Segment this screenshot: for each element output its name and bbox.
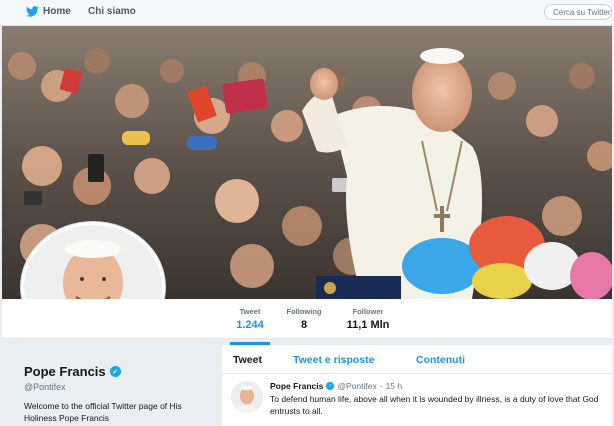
stat-following[interactable]: Following 8 xyxy=(282,307,326,331)
verified-badge-icon: ✓ xyxy=(109,366,121,377)
pope-avatar-icon xyxy=(231,381,263,413)
profile-handle: @Pontifex xyxy=(24,382,66,392)
stat-tweets-label: Tweet xyxy=(239,307,261,316)
tweet-separator: · xyxy=(379,381,383,391)
verified-badge-icon: ✓ xyxy=(326,382,335,390)
tweet-timestamp[interactable]: 15 h xyxy=(386,381,403,391)
profile-bio: Welcome to the official Twitter page of … xyxy=(24,401,182,423)
tab-tweets-and-replies[interactable]: Tweet e risposte xyxy=(293,354,375,366)
twitter-bird-icon xyxy=(26,6,39,17)
profile-stats-bar: Tweet 1.244 Following 8 Follower 11,1 Ml… xyxy=(2,299,612,345)
nav-home[interactable]: Home xyxy=(26,6,71,17)
stat-following-label: Following xyxy=(286,307,322,316)
tweet-header: Pope Francis ✓ @Pontifex · 15 h xyxy=(270,381,402,391)
profile-name[interactable]: Pope Francis ✓ xyxy=(24,364,121,379)
stat-followers-label: Follower xyxy=(352,307,384,316)
nav-about[interactable]: Chi siamo xyxy=(88,6,136,17)
tweet-item[interactable]: Pope Francis ✓ @Pontifex · 15 h To defen… xyxy=(222,375,612,426)
stat-tweets-value: 1.244 xyxy=(236,319,264,331)
tab-media[interactable]: Contenuti xyxy=(416,354,465,366)
tab-tweet[interactable]: Tweet xyxy=(233,354,262,366)
timeline: Tweet Tweet e risposte Contenuti Pope Fr… xyxy=(222,345,612,426)
top-navigation-bar: Home Chi siamo Cerca su Twitter xyxy=(0,0,614,26)
tweet-avatar[interactable] xyxy=(231,381,263,413)
tweet-author-handle[interactable]: @Pontifex xyxy=(337,381,376,391)
profile-info-panel: Pope Francis ✓ @Pontifex Welcome to the … xyxy=(2,339,220,426)
tweet-text: To defend human life, above all when it … xyxy=(270,394,599,416)
stat-followers[interactable]: Follower 11,1 Mln xyxy=(340,307,396,331)
stat-tweets[interactable]: Tweet 1.244 xyxy=(230,307,270,345)
tweet-author-name[interactable]: Pope Francis xyxy=(270,381,323,391)
nav-home-label: Home xyxy=(43,6,71,17)
profile-name-text: Pope Francis xyxy=(24,364,106,379)
search-input[interactable]: Cerca su Twitter xyxy=(544,4,612,20)
stat-following-value: 8 xyxy=(300,319,308,331)
stat-followers-value: 11,1 Mln xyxy=(346,319,390,331)
timeline-tabs: Tweet Tweet e risposte Contenuti xyxy=(222,345,612,374)
